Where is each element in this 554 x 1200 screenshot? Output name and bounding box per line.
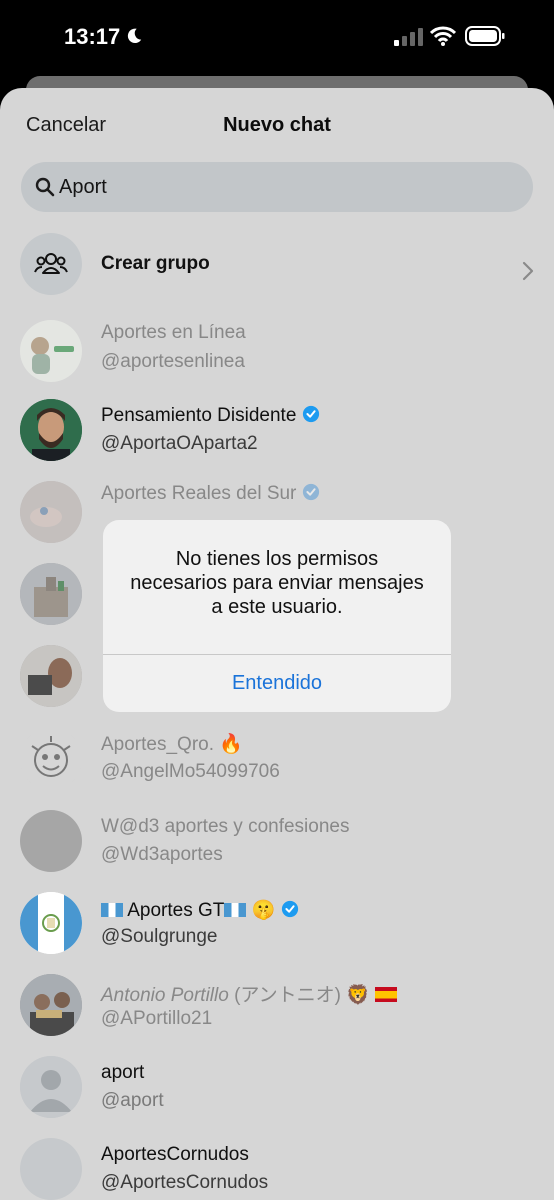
list-item[interactable]: Aportes_Qro. 🔥 @AngelMo54099706 xyxy=(0,728,554,810)
avatar-image xyxy=(20,728,82,790)
contact-name: Aportes en Línea xyxy=(101,322,246,343)
lion-emoji: 🦁 xyxy=(346,985,370,1006)
search-icon xyxy=(35,177,55,197)
battery-icon xyxy=(465,26,505,46)
list-item[interactable]: aport @aport xyxy=(0,1056,554,1138)
verified-badge-icon xyxy=(282,900,299,918)
ok-button[interactable]: Entendido xyxy=(103,655,451,712)
avatar-image xyxy=(20,563,82,625)
avatar xyxy=(20,320,82,382)
contact-name: Pensamiento Disidente xyxy=(101,405,320,427)
avatar-image xyxy=(20,645,82,707)
avatar xyxy=(20,563,82,625)
verified-badge-icon xyxy=(303,405,320,423)
contact-name: Aportes_Qro. 🔥 xyxy=(101,734,243,755)
contact-handle: @AportesCornudos xyxy=(101,1172,269,1193)
create-group-row[interactable]: Crear grupo xyxy=(0,233,554,315)
avatar xyxy=(20,645,82,707)
avatar xyxy=(20,810,82,872)
chevron-right-icon xyxy=(522,261,534,281)
list-item[interactable]: Aportes en Línea @aportesenlinea xyxy=(0,320,554,402)
status-bar: 13:17 xyxy=(0,0,554,76)
search-input[interactable] xyxy=(59,162,509,212)
avatar-image xyxy=(20,974,82,1036)
contact-handle: @Wd3aportes xyxy=(101,844,223,865)
avatar xyxy=(20,481,82,543)
avatar xyxy=(20,1138,82,1200)
list-item[interactable]: W@d3 aportes y confesiones @Wd3aportes xyxy=(0,810,554,892)
contact-name: aport xyxy=(101,1062,145,1083)
contact-handle: @AportaOAparta2 xyxy=(101,433,258,454)
people-icon xyxy=(34,253,68,274)
fire-emoji: 🔥 xyxy=(219,734,243,755)
alert-message: No tienes los permisos necesarios para e… xyxy=(130,548,424,618)
avatar xyxy=(20,1056,82,1118)
list-item[interactable]: Pensamiento Disidente @AportaOAparta2 xyxy=(0,399,554,481)
list-item[interactable]: AportesCornudos @AportesCornudos xyxy=(0,1138,554,1200)
avatar xyxy=(20,892,82,954)
avatar-image xyxy=(20,481,82,543)
spain-flag-icon xyxy=(375,987,398,1002)
guatemala-flag-icon xyxy=(224,903,247,917)
guatemala-flag-avatar xyxy=(20,892,82,954)
contact-name: W@d3 aportes y confesiones xyxy=(101,816,350,837)
contact-handle: @APortillo21 xyxy=(101,1008,213,1029)
contact-handle: @Soulgrunge xyxy=(101,926,218,947)
contact-name: Antonio Portillo (アントニオ) 🦁 xyxy=(101,980,398,1007)
wifi-icon xyxy=(430,26,456,46)
avatar-image xyxy=(20,320,82,382)
avatar xyxy=(20,728,82,790)
permission-alert-dialog: No tienes los permisos necesarios para e… xyxy=(103,520,451,712)
contact-handle: @aportesenlinea xyxy=(101,351,245,372)
contact-handle: @aport xyxy=(101,1090,164,1111)
default-avatar-icon xyxy=(20,1056,82,1118)
group-avatar xyxy=(20,233,82,295)
avatar xyxy=(20,399,82,461)
search-field[interactable] xyxy=(21,162,533,212)
list-item[interactable]: Aportes GT 🤫 @Soulgrunge xyxy=(0,892,554,974)
contact-name: Aportes GT 🤫 xyxy=(101,898,299,922)
create-group-label: Crear grupo xyxy=(101,253,210,274)
guatemala-flag-icon xyxy=(101,903,123,917)
moon-icon xyxy=(127,28,142,44)
contact-name: AportesCornudos xyxy=(101,1144,249,1165)
list-item[interactable]: Antonio Portillo (アントニオ) 🦁 @APortillo21 xyxy=(0,974,554,1056)
contact-name: Aportes Reales del Sur xyxy=(101,483,320,505)
shushing-emoji: 🤫 xyxy=(251,900,276,921)
cancel-button[interactable]: Cancelar xyxy=(26,114,106,137)
verified-badge-icon xyxy=(303,483,320,501)
status-time: 13:17 xyxy=(64,24,121,49)
avatar-image xyxy=(20,399,82,461)
contact-handle: @AngelMo54099706 xyxy=(101,761,280,782)
cellular-signal-icon xyxy=(394,28,423,46)
avatar xyxy=(20,974,82,1036)
